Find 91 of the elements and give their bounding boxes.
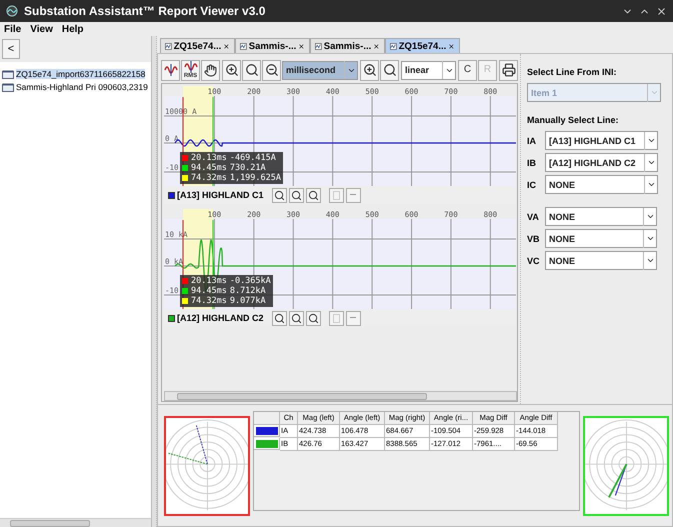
vertical-zoom-button[interactable] — [360, 60, 379, 80]
magnifier-icon — [308, 312, 319, 324]
channel-label: IA — [527, 136, 537, 146]
document-tab[interactable]: ZQ15e74... — [160, 38, 235, 53]
close-icon[interactable] — [373, 42, 380, 50]
zoom-out-icon — [264, 63, 278, 77]
minimize-button[interactable] — [346, 188, 361, 202]
section-title: Select Line From INI: — [527, 67, 618, 77]
channel-dropdown[interactable]: [A13] HIGHLAND C1 — [545, 131, 658, 150]
menu-item[interactable]: Help — [62, 24, 84, 34]
readout-value: 9.077kA — [230, 296, 266, 306]
document-icon — [332, 314, 340, 322]
window-title: Substation Assistant™ Report Viewer v3.0 — [24, 4, 266, 18]
hand-icon — [204, 64, 217, 76]
menu-item[interactable]: View — [30, 24, 53, 34]
zoom-button[interactable] — [242, 60, 261, 80]
zoom-icon — [244, 63, 258, 77]
readout-value: -469.415A — [230, 153, 276, 163]
document-icon — [332, 190, 340, 200]
channel-dropdown[interactable]: [A12] HIGHLAND C2 — [545, 153, 658, 172]
print-button[interactable] — [499, 60, 518, 80]
channel-label: IC — [527, 180, 537, 190]
zoom-icon — [382, 63, 396, 77]
magnifier-icon — [290, 190, 302, 200]
zoom-button[interactable] — [306, 188, 321, 202]
collapse-button[interactable]: < — [2, 39, 20, 59]
channel-label: VB — [527, 234, 541, 244]
menu-item[interactable]: File — [4, 24, 22, 34]
zoom-button[interactable] — [272, 310, 287, 326]
close-icon[interactable] — [223, 42, 230, 50]
magnifier-icon — [274, 312, 285, 324]
zoom-button[interactable] — [272, 188, 287, 202]
zoom-in-button[interactable] — [222, 60, 241, 80]
minimize-button[interactable] — [346, 310, 361, 326]
vertical-zoom-button[interactable] — [380, 60, 399, 80]
scale-dropdown[interactable]: linear — [401, 60, 456, 80]
chart-icon — [315, 42, 322, 50]
pan-button[interactable] — [201, 60, 220, 80]
zoom-button[interactable] — [288, 310, 304, 326]
channel-dropdown[interactable]: NONE — [545, 175, 658, 194]
channel-label: VA — [527, 212, 540, 222]
waveform-button[interactable] — [161, 60, 180, 80]
channel-dropdown[interactable]: NONE — [545, 229, 657, 248]
channel-dropdown[interactable]: NONE — [545, 207, 657, 226]
magnifier-icon — [274, 190, 285, 200]
channel-dropdown[interactable]: NONE — [545, 251, 657, 270]
time-unit-dropdown[interactable]: millisecond — [282, 60, 358, 80]
chart-icon — [390, 42, 397, 50]
file-icon — [2, 70, 14, 78]
tree-item[interactable]: Sammis-Highland Pri 090603,2319 — [16, 82, 148, 92]
scrollbar[interactable] — [164, 391, 517, 401]
zoom-in-icon — [362, 63, 376, 77]
readout-value: 1,199.625A — [230, 173, 282, 183]
readout-time: 94.45ms — [191, 286, 227, 296]
channel-label: IB — [527, 158, 537, 168]
waveform-icon — [184, 61, 198, 73]
channel-label: [A13] HIGHLAND C1 — [177, 190, 264, 200]
chart-icon — [165, 42, 172, 50]
file-icon — [2, 82, 14, 92]
close-icon[interactable] — [298, 42, 305, 50]
close-icon[interactable] — [656, 6, 667, 16]
readout-time: 20.13ms — [191, 153, 227, 163]
document-tab[interactable]: ZQ15e74... — [385, 38, 460, 53]
zoom-out-button[interactable] — [262, 60, 281, 80]
app-icon — [6, 5, 18, 17]
channel-label: VC — [527, 256, 541, 266]
scrollbar[interactable] — [0, 518, 151, 527]
document-tab[interactable]: Sammis-... — [235, 38, 310, 53]
readout-time: 74.32ms — [191, 296, 227, 306]
zoom-button[interactable] — [288, 188, 304, 202]
waveform-icon — [164, 64, 178, 76]
close-icon[interactable] — [448, 42, 455, 50]
section-title: Manually Select Line: — [527, 115, 620, 125]
magnifier-icon — [308, 190, 319, 200]
readout-time: 20.13ms — [191, 276, 227, 286]
readout-time: 74.32ms — [191, 173, 227, 183]
chart-icon — [240, 42, 247, 50]
readout-value: 730.21A — [230, 163, 266, 173]
tree-item[interactable]: ZQ15e74_import63711665822158 — [16, 69, 146, 79]
zoom-button[interactable] — [306, 310, 321, 326]
readout-time: 94.45ms — [191, 163, 227, 173]
magnifier-icon — [290, 312, 302, 324]
channel-label: [A12] HIGHLAND C2 — [177, 313, 264, 323]
readout-value: 8.712kA — [230, 286, 266, 296]
document-tab[interactable]: Sammis-... — [310, 38, 385, 53]
zoom-in-icon — [224, 63, 238, 77]
minimize-icon — [350, 194, 356, 196]
readout-value: -0.365kA — [230, 276, 271, 286]
printer-icon — [502, 63, 516, 77]
copy-button[interactable]: C — [458, 60, 477, 80]
minimize-icon — [350, 317, 356, 319]
